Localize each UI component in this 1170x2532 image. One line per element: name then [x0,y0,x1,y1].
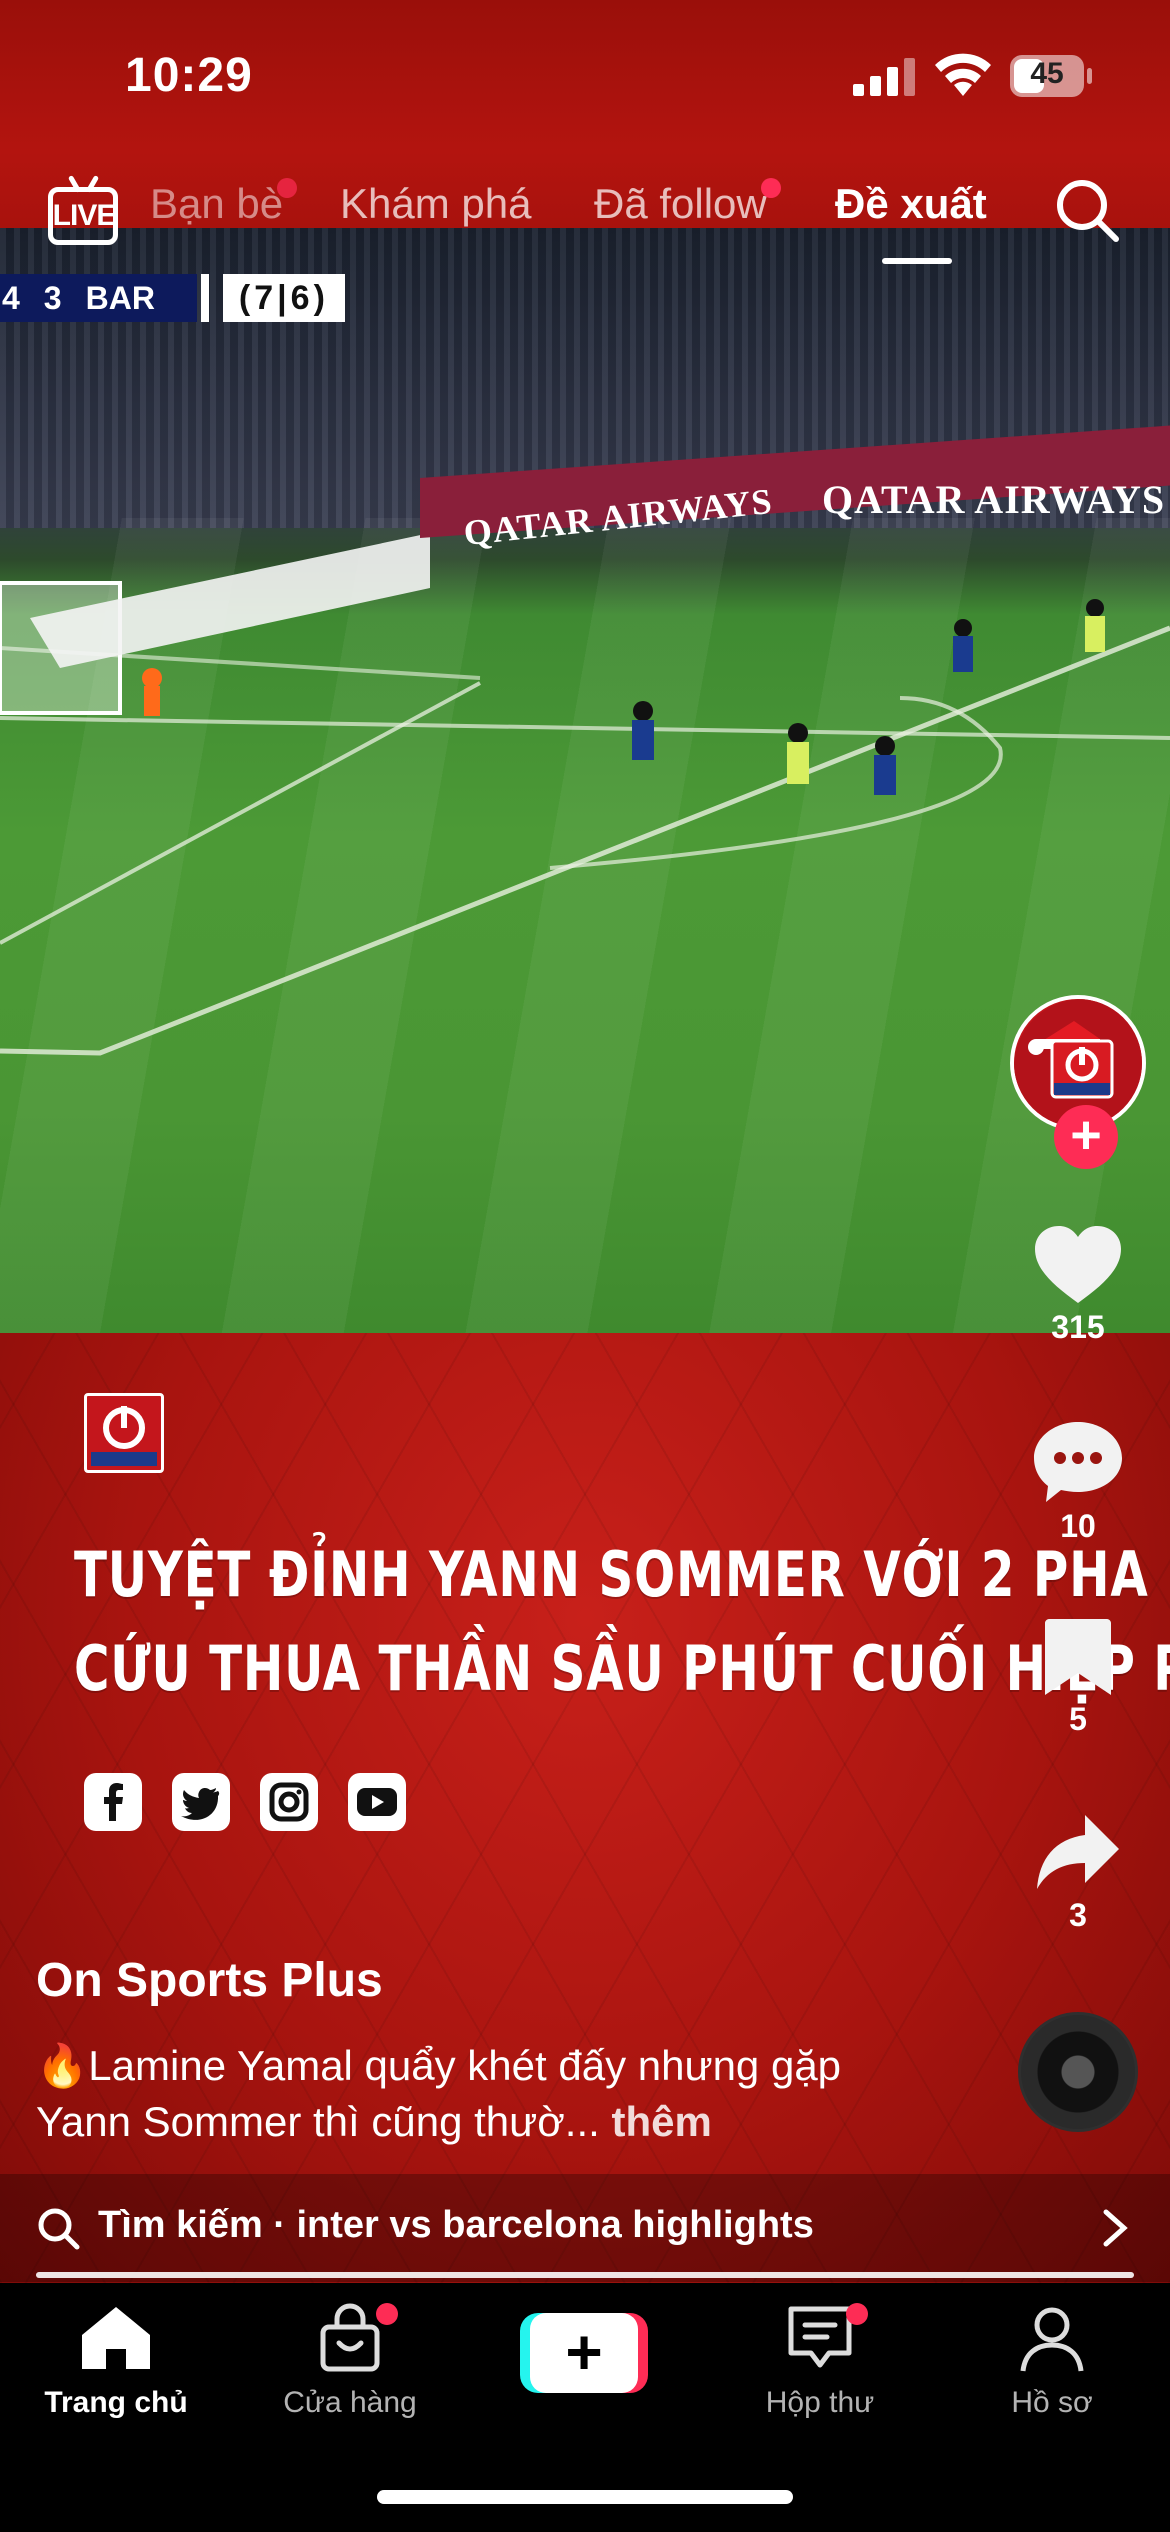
tab-inbox[interactable]: Hộp thư [730,2303,910,2420]
status-time: 10:29 [125,49,253,102]
shop-icon [320,2303,380,2372]
comment-count: 10 [1060,1508,1096,1544]
plus-icon: + [530,2313,638,2393]
social-icons [84,1773,406,1831]
notification-dot [760,178,781,198]
follow-button[interactable]: + [1054,1105,1118,1169]
inbox-icon [788,2306,852,2368]
ad-board-text: QATAR AIRWAYS [822,477,1166,522]
cellular-signal-icon [853,58,915,96]
create-button[interactable]: + [520,2313,648,2393]
notification-dot [846,2303,868,2325]
video-player[interactable]: QATAR AIRWAYS QATAR AIRWAYS 4 3 BAR (7|6… [0,228,1170,1333]
share-icon [1037,1815,1119,1889]
status-bar: 10:29 45 [0,0,1170,150]
profile-icon [1020,2307,1084,2372]
comment-button[interactable]: 10 [1010,1420,1146,1545]
tab-friends[interactable]: Bạn bè [150,178,298,228]
instagram-icon [260,1773,318,1831]
comment-icon [1034,1422,1122,1502]
wifi-icon [935,53,991,96]
music-disc-icon[interactable] [1018,2012,1138,2132]
tab-for-you[interactable]: Đề xuất [835,180,987,228]
author-name[interactable]: On Sports Plus [36,1953,383,2008]
bottom-tab-bar: Trang chủ Cửa hàng + Hộp thư Hồ sơ [0,2283,1170,2532]
heart-icon [1035,1226,1121,1303]
tab-home[interactable]: Trang chủ [26,2303,206,2420]
pitch-lines [0,533,1170,1056]
bookmark-icon [1045,1619,1111,1695]
tiktok-feed-screen: 10:29 45 QATAR AIRWAYS QATAR AIRWAYS 4 3… [0,0,1170,2532]
search-icon [38,2208,80,2250]
home-icon [82,2307,150,2369]
save-count: 5 [1069,1701,1087,1737]
search-icon[interactable] [1054,177,1120,243]
home-indicator [377,2490,793,2504]
notification-dot [376,2303,398,2325]
team-name: BAR [85,279,155,316]
twitter-icon [172,1773,230,1831]
battery-indicator: 45 [1010,55,1092,97]
active-tab-indicator [882,258,952,264]
share-button[interactable]: 3 [1010,1813,1146,1934]
video-headline: TUYỆT ĐỈNH YANN SOMMER VỚI 2 PHA CỨU THU… [74,1538,1170,1705]
like-button[interactable]: 315 [1010,1225,1146,1346]
see-more-link[interactable]: thêm [611,2098,711,2145]
tab-explore[interactable]: Khám phá [340,180,531,228]
video-progress-bar[interactable] [36,2272,1134,2278]
search-suggestion-text: Tìm kiếm · inter vs barcelona highlights [98,2204,814,2246]
tab-following[interactable]: Đã follow [594,178,781,228]
on-sports-logo [84,1393,164,1473]
match-scorebug: 4 3 BAR (7|6) [0,274,345,322]
search-suggestion-bar[interactable]: Tìm kiếm · inter vs barcelona highlights [0,2174,1170,2282]
share-count: 3 [1069,1897,1087,1933]
facebook-icon [84,1773,142,1831]
live-button[interactable]: LIVE [48,173,120,251]
youtube-icon [348,1773,406,1831]
top-navigation: LIVE Bạn bè Khám phá Đã follow Đề xuất [0,165,1170,275]
tab-profile[interactable]: Hồ sơ [962,2303,1142,2420]
tab-shop[interactable]: Cửa hàng [260,2303,440,2420]
save-button[interactable]: 5 [1010,1617,1146,1738]
post-caption[interactable]: 🔥Lamine Yamal quẩy khét đấy nhưng gặp Ya… [36,2038,896,2150]
notification-dot [277,178,298,198]
chevron-right-icon [1103,2209,1128,2247]
penalty-score: (7|6) [222,274,345,322]
like-count: 315 [1051,1309,1105,1345]
